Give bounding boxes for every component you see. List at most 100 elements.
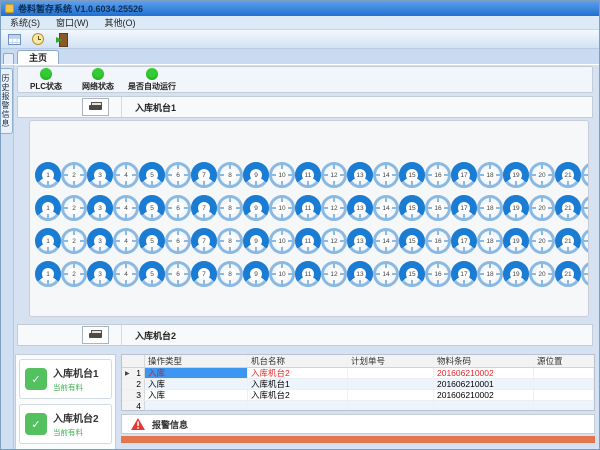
table-cell[interactable]	[534, 368, 594, 378]
slot-empty[interactable]: 8	[217, 195, 243, 221]
table-cell[interactable]: 入库机台1	[248, 379, 348, 389]
slot-occupied[interactable]: 3	[87, 162, 113, 188]
slot-occupied[interactable]: 1	[35, 195, 61, 221]
slot-empty[interactable]: 4	[113, 162, 139, 188]
slot-empty[interactable]: 4	[113, 261, 139, 287]
slot-empty[interactable]: 14	[373, 228, 399, 254]
slot-occupied[interactable]: 19	[503, 195, 529, 221]
slot-empty[interactable]: 6	[165, 228, 191, 254]
table-cell[interactable]: 201606210001	[434, 379, 534, 389]
slot-empty[interactable]: 8	[217, 228, 243, 254]
slot-occupied[interactable]: 5	[139, 261, 165, 287]
table-cell[interactable]	[534, 379, 594, 389]
table-cell[interactable]	[348, 379, 434, 389]
table-cell[interactable]: 入库机台2	[248, 368, 348, 378]
table-cell[interactable]	[348, 401, 434, 411]
slot-empty[interactable]: 2	[61, 261, 87, 287]
slot-empty[interactable]: 12	[321, 228, 347, 254]
slot-occupied[interactable]: 13	[347, 162, 373, 188]
slot-empty[interactable]: 8	[217, 162, 243, 188]
slot-occupied[interactable]: 3	[87, 195, 113, 221]
table-cell[interactable]: 201606210002	[434, 390, 534, 400]
table-cell[interactable]	[434, 401, 534, 411]
slot-empty[interactable]: 10	[269, 228, 295, 254]
slot-empty[interactable]: 22	[581, 195, 589, 221]
slot-occupied[interactable]: 17	[451, 162, 477, 188]
slot-empty[interactable]: 14	[373, 195, 399, 221]
table-cell[interactable]: 入库	[145, 390, 248, 400]
slot-occupied[interactable]: 7	[191, 195, 217, 221]
table-cell[interactable]: 入库	[145, 368, 248, 378]
slot-occupied[interactable]: 15	[399, 162, 425, 188]
slot-occupied[interactable]: 1	[35, 228, 61, 254]
slot-occupied[interactable]: 17	[451, 195, 477, 221]
slot-occupied[interactable]: 21	[555, 195, 581, 221]
slot-empty[interactable]: 20	[529, 228, 555, 254]
slot-empty[interactable]: 4	[113, 228, 139, 254]
slot-empty[interactable]: 20	[529, 195, 555, 221]
slot-occupied[interactable]: 19	[503, 261, 529, 287]
station-card[interactable]: ✓入库机台2当前有料	[19, 404, 112, 444]
slot-empty[interactable]: 20	[529, 261, 555, 287]
slot-occupied[interactable]: 7	[191, 228, 217, 254]
slot-empty[interactable]: 22	[581, 228, 589, 254]
slot-empty[interactable]: 4	[113, 195, 139, 221]
slot-empty[interactable]: 22	[581, 261, 589, 287]
slot-occupied[interactable]: 13	[347, 261, 373, 287]
slot-empty[interactable]: 16	[425, 261, 451, 287]
slot-empty[interactable]: 2	[61, 228, 87, 254]
slot-occupied[interactable]: 21	[555, 228, 581, 254]
tab-stub[interactable]	[3, 53, 14, 64]
slot-occupied[interactable]: 15	[399, 228, 425, 254]
slot-occupied[interactable]: 15	[399, 261, 425, 287]
operation-table[interactable]: 操作类型机台名称计划单号物料条码源位置▶1入库入库机台2201606210002…	[121, 354, 595, 411]
slot-occupied[interactable]: 13	[347, 195, 373, 221]
exit-button[interactable]	[54, 32, 70, 47]
slot-occupied[interactable]: 3	[87, 261, 113, 287]
slot-empty[interactable]: 18	[477, 195, 503, 221]
table-row[interactable]: 2入库入库机台1201606210001	[122, 379, 594, 390]
slot-occupied[interactable]: 5	[139, 195, 165, 221]
slot-occupied[interactable]: 11	[295, 195, 321, 221]
slot-occupied[interactable]: 9	[243, 195, 269, 221]
slot-occupied[interactable]: 9	[243, 261, 269, 287]
slot-empty[interactable]: 20	[529, 162, 555, 188]
slot-occupied[interactable]: 11	[295, 162, 321, 188]
slot-empty[interactable]: 18	[477, 162, 503, 188]
table-cell[interactable]: 入库机台2	[248, 390, 348, 400]
slot-empty[interactable]: 18	[477, 261, 503, 287]
table-cell[interactable]	[534, 390, 594, 400]
table-row[interactable]: 3入库入库机台2201606210002	[122, 390, 594, 401]
slot-empty[interactable]: 12	[321, 162, 347, 188]
slot-occupied[interactable]: 15	[399, 195, 425, 221]
slot-empty[interactable]: 2	[61, 162, 87, 188]
slot-empty[interactable]: 6	[165, 261, 191, 287]
table-cell[interactable]: 201606210002	[434, 368, 534, 378]
station-card[interactable]: ✓入库机台1当前有料	[19, 359, 112, 399]
dock-tab-alarm-history[interactable]: 历史报警信息	[1, 68, 13, 134]
slot-occupied[interactable]: 9	[243, 162, 269, 188]
slot-occupied[interactable]: 5	[139, 228, 165, 254]
table-row[interactable]: 4	[122, 401, 594, 411]
slot-empty[interactable]: 14	[373, 162, 399, 188]
slot-empty[interactable]: 6	[165, 195, 191, 221]
slot-empty[interactable]: 14	[373, 261, 399, 287]
slot-occupied[interactable]: 11	[295, 228, 321, 254]
slot-occupied[interactable]: 19	[503, 228, 529, 254]
machine2-print-button[interactable]	[82, 326, 109, 344]
slot-occupied[interactable]: 11	[295, 261, 321, 287]
slot-occupied[interactable]: 3	[87, 228, 113, 254]
table-cell[interactable]	[145, 401, 248, 411]
slot-occupied[interactable]: 1	[35, 261, 61, 287]
slot-empty[interactable]: 8	[217, 261, 243, 287]
slot-empty[interactable]: 10	[269, 162, 295, 188]
slot-occupied[interactable]: 7	[191, 261, 217, 287]
table-cell[interactable]	[534, 401, 594, 411]
tab-home[interactable]: 主页	[17, 50, 59, 64]
table-row[interactable]: ▶1入库入库机台2201606210002	[122, 368, 594, 379]
slot-empty[interactable]: 18	[477, 228, 503, 254]
table-cell[interactable]: 入库	[145, 379, 248, 389]
slot-empty[interactable]: 16	[425, 195, 451, 221]
history-clock-button[interactable]	[30, 32, 46, 47]
slot-occupied[interactable]: 13	[347, 228, 373, 254]
